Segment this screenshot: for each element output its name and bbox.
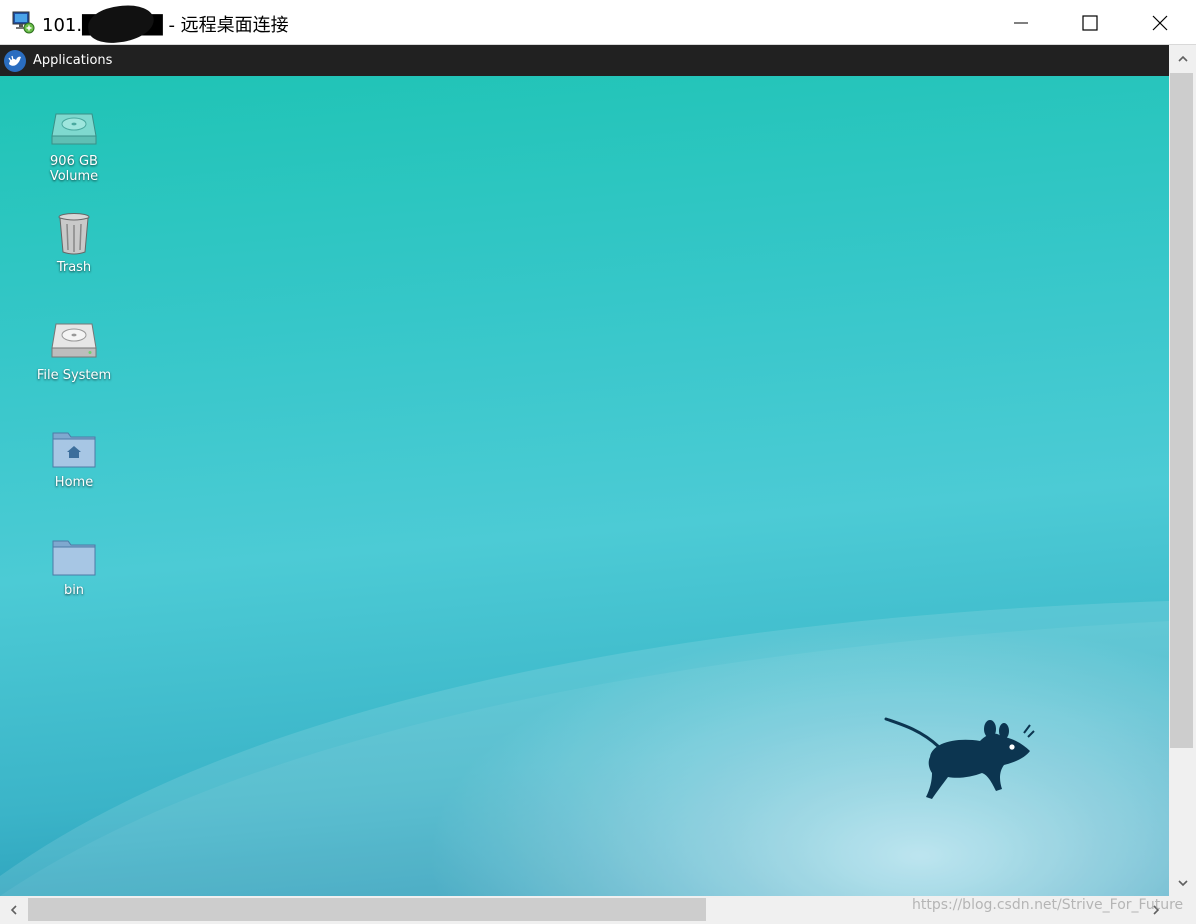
chevron-down-icon [1177,879,1188,886]
horizontal-scroll-thumb[interactable] [28,898,706,921]
desktop-icon-label: Trash [56,260,92,275]
xfce-logo-icon [4,49,26,72]
redaction-mark [86,2,156,46]
window-titlebar[interactable]: 101.█.██.██ - 远程桌面连接 [0,0,1196,46]
minimize-button[interactable] [987,0,1055,45]
applications-label: Applications [33,53,113,68]
top-panel: Applications [0,45,1169,76]
hard-drive-icon [50,104,98,152]
desktop-icon-label: Home [54,475,94,490]
vertical-scroll-thumb[interactable] [1170,73,1193,748]
close-icon [1152,15,1168,30]
maximize-button[interactable] [1056,0,1124,45]
applications-menu-button[interactable]: Applications [4,48,112,73]
desktop-icon-label: 906 GB [50,154,98,169]
scroll-up-button[interactable] [1169,45,1196,72]
desktop-icon-label: bin [63,583,85,598]
scroll-down-button[interactable] [1169,869,1196,896]
scroll-left-button[interactable] [0,896,27,924]
desktop-icon-home[interactable]: Home [29,425,119,490]
chevron-left-icon [10,905,17,915]
minimize-icon [1014,22,1028,23]
desktop-icon-label: Volume [49,169,99,184]
desktop[interactable]: 906 GB Volume Trash File System Home bin [0,76,1169,896]
xfce-mouse-icon [884,717,1035,799]
remote-desktop-icon [12,10,36,34]
desktop-icon-volume[interactable]: 906 GB Volume [29,104,119,184]
desktop-icon-bin[interactable]: bin [29,533,119,598]
hard-drive-icon [50,318,98,366]
desktop-icon-label: File System [36,368,112,383]
folder-icon [50,533,98,581]
window-title: 101.█.██.██ - 远程桌面连接 [42,15,289,36]
trash-icon [50,210,98,258]
desktop-icon-file-system[interactable]: File System [29,318,119,383]
vertical-scrollbar[interactable] [1169,45,1196,896]
home-folder-icon [50,425,98,473]
chevron-up-icon [1177,55,1188,62]
desktop-icon-trash[interactable]: Trash [29,210,119,275]
watermark-text: https://blog.csdn.net/Strive_For_Future [912,897,1184,913]
maximize-icon [1082,14,1098,31]
close-button[interactable] [1126,0,1194,45]
